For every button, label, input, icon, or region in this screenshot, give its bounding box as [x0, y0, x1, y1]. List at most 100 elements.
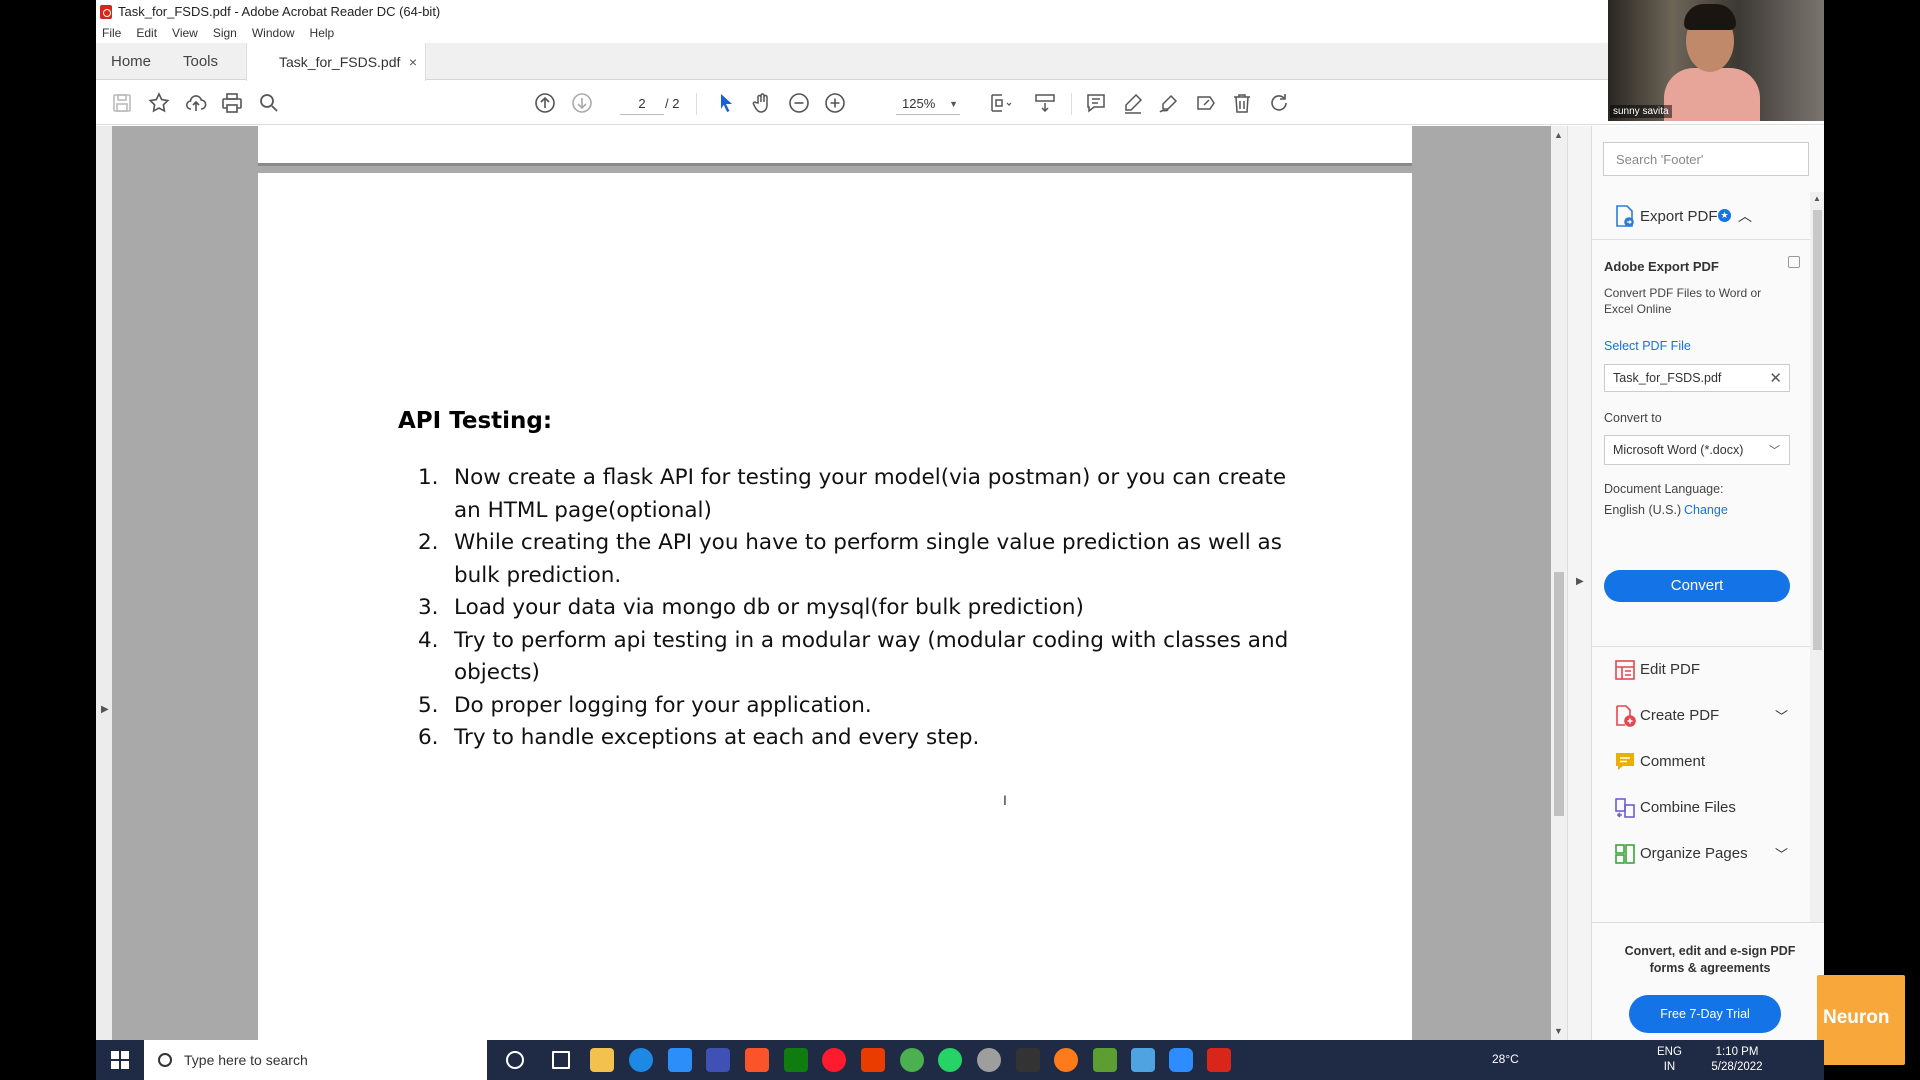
menu-help[interactable]: Help: [310, 26, 335, 40]
zoom-out-icon[interactable]: [787, 91, 811, 115]
page-number-input[interactable]: 2: [620, 93, 664, 115]
select-cursor-icon[interactable]: [714, 91, 738, 115]
settings-gear-icon[interactable]: [977, 1048, 1001, 1072]
chrome-browser-icon[interactable]: [900, 1048, 924, 1072]
scroll-up-icon[interactable]: ▲: [1813, 194, 1821, 203]
list-text: Load your data via mongo db or mysql(for…: [454, 595, 1084, 620]
menu-view[interactable]: View: [172, 26, 198, 40]
collapse-right-pane-icon[interactable]: ▶: [1576, 576, 1584, 587]
scrollbar-thumb[interactable]: [1813, 210, 1822, 650]
terminal-icon[interactable]: [1016, 1048, 1040, 1072]
brave-browser-icon[interactable]: [745, 1048, 769, 1072]
tool-create-pdf[interactable]: Create PDF ﹀: [1592, 693, 1810, 739]
highlight-pen-icon[interactable]: [1121, 91, 1145, 115]
change-language-link[interactable]: Change: [1684, 503, 1728, 517]
export-pdf-header[interactable]: Export PDF ★ ︿: [1592, 192, 1810, 240]
zoom-in-icon[interactable]: [823, 91, 847, 115]
next-page-icon[interactable]: [570, 91, 594, 115]
scrollbar-thumb[interactable]: [1554, 572, 1564, 816]
tab-home[interactable]: Home: [111, 43, 151, 80]
pdf-page[interactable]: API Testing: 1. Now create a flask API fo…: [258, 173, 1412, 1040]
xbox-icon[interactable]: [784, 1048, 808, 1072]
list-text: Try to handle exceptions at each and eve…: [454, 725, 980, 750]
tool-combine-files[interactable]: Combine Files: [1592, 785, 1810, 831]
right-pane-toggle[interactable]: ▶: [1567, 126, 1591, 1040]
chevron-down-icon: ﹀: [1769, 445, 1780, 457]
sign-pen-icon[interactable]: [1157, 91, 1181, 115]
chart-app-icon[interactable]: [1093, 1048, 1117, 1072]
bookmark-star-icon[interactable]: [147, 91, 171, 115]
office-icon[interactable]: [861, 1048, 885, 1072]
chevron-down-icon: ▼: [949, 99, 958, 109]
mail-icon[interactable]: [668, 1048, 692, 1072]
document-language-label: Document Language:: [1604, 482, 1724, 496]
postman-icon[interactable]: [1054, 1048, 1078, 1072]
save-icon[interactable]: [110, 91, 134, 115]
hand-tool-icon[interactable]: [750, 91, 774, 115]
left-panel-collapsed[interactable]: ▶: [96, 126, 112, 1040]
scroll-up-icon[interactable]: ▲: [1554, 130, 1563, 140]
tools-search-input[interactable]: Search 'Footer': [1603, 142, 1809, 176]
notepad-icon[interactable]: [1131, 1048, 1155, 1072]
input-language[interactable]: ENG IN: [1657, 1045, 1682, 1075]
select-pdf-file-link[interactable]: Select PDF File: [1604, 339, 1691, 353]
list-item: 1. Now create a flask API for testing you…: [418, 462, 1318, 527]
page-display-icon[interactable]: [988, 91, 1012, 115]
menu-sign[interactable]: Sign: [213, 26, 237, 40]
document-language-value: English (U.S.): [1604, 503, 1682, 517]
zoom-level-dropdown[interactable]: 125% ▼: [896, 93, 960, 115]
menu-edit[interactable]: Edit: [136, 26, 157, 40]
tab-tools[interactable]: Tools: [183, 43, 218, 80]
convert-format-dropdown[interactable]: Microsoft Word (*.docx) ﹀: [1604, 435, 1790, 465]
acrobat-reader-icon[interactable]: [1207, 1048, 1231, 1072]
whatsapp-icon[interactable]: [938, 1048, 962, 1072]
upload-cloud-icon[interactable]: [184, 91, 208, 115]
task-view-icon[interactable]: [552, 1051, 570, 1069]
fill-sign-icon[interactable]: [1194, 91, 1218, 115]
chevron-down-icon[interactable]: ﹀: [1775, 706, 1788, 725]
remove-file-icon[interactable]: ✕: [1769, 369, 1782, 387]
edge-browser-icon[interactable]: [629, 1048, 653, 1072]
menu-file[interactable]: File: [102, 26, 121, 40]
premium-badge-icon: ★: [1718, 209, 1731, 222]
cortana-icon[interactable]: [506, 1051, 524, 1069]
find-magnifier-icon[interactable]: [257, 91, 281, 115]
free-trial-button[interactable]: Free 7-Day Trial: [1629, 995, 1781, 1033]
close-tab-icon[interactable]: ×: [409, 54, 417, 70]
expand-left-panel-icon[interactable]: ▶: [101, 704, 109, 715]
convert-button[interactable]: Convert: [1604, 570, 1790, 602]
clock[interactable]: 1:10 PM 5/28/2022: [1702, 1045, 1772, 1075]
menu-window[interactable]: Window: [252, 26, 295, 40]
opera-browser-icon[interactable]: [822, 1048, 846, 1072]
rotate-icon[interactable]: [1267, 91, 1291, 115]
chevron-up-icon[interactable]: ︿: [1738, 206, 1752, 226]
taskbar-search-input[interactable]: Type here to search: [144, 1040, 487, 1080]
tools-list: Edit PDF Create PDF ﹀ Comment Combine Fi…: [1592, 646, 1810, 877]
delete-trash-icon[interactable]: [1230, 91, 1254, 115]
print-icon[interactable]: [220, 91, 244, 115]
comment-icon[interactable]: [1084, 91, 1108, 115]
lang-line1: ENG: [1657, 1046, 1682, 1058]
scroll-down-icon[interactable]: ▼: [1554, 1026, 1563, 1036]
tool-edit-pdf[interactable]: Edit PDF: [1592, 647, 1810, 693]
document-scrollbar[interactable]: ▲ ▼: [1551, 126, 1567, 1040]
zoom-level-value: 125%: [902, 96, 936, 111]
zoom-meeting-icon[interactable]: [1169, 1048, 1193, 1072]
list-text: Do proper logging for your application.: [454, 692, 872, 718]
start-button[interactable]: [96, 1040, 144, 1080]
chevron-down-icon[interactable]: ﹀: [1775, 844, 1788, 863]
writer-app-icon[interactable]: [706, 1048, 730, 1072]
list-number: 4.: [418, 627, 439, 653]
scroll-mode-icon[interactable]: [1033, 91, 1057, 115]
previous-page-icon[interactable]: [533, 91, 557, 115]
tools-pane-scrollbar[interactable]: ▲ ▼: [1810, 192, 1824, 982]
tool-comment[interactable]: Comment: [1592, 739, 1810, 785]
tool-organize-pages[interactable]: Organize Pages ﹀: [1592, 831, 1810, 877]
selected-file-field[interactable]: Task_for_FSDS.pdf ✕: [1604, 364, 1790, 392]
weather-temperature[interactable]: 28°C: [1492, 1052, 1519, 1066]
tab-document[interactable]: Task_for_FSDS.pdf ×: [246, 43, 426, 81]
document-viewport[interactable]: API Testing: 1. Now create a flask API fo…: [112, 126, 1551, 1040]
copy-icon[interactable]: [1788, 256, 1800, 268]
file-explorer-icon[interactable]: [590, 1048, 614, 1072]
taskbar-search-placeholder: Type here to search: [184, 1052, 308, 1068]
